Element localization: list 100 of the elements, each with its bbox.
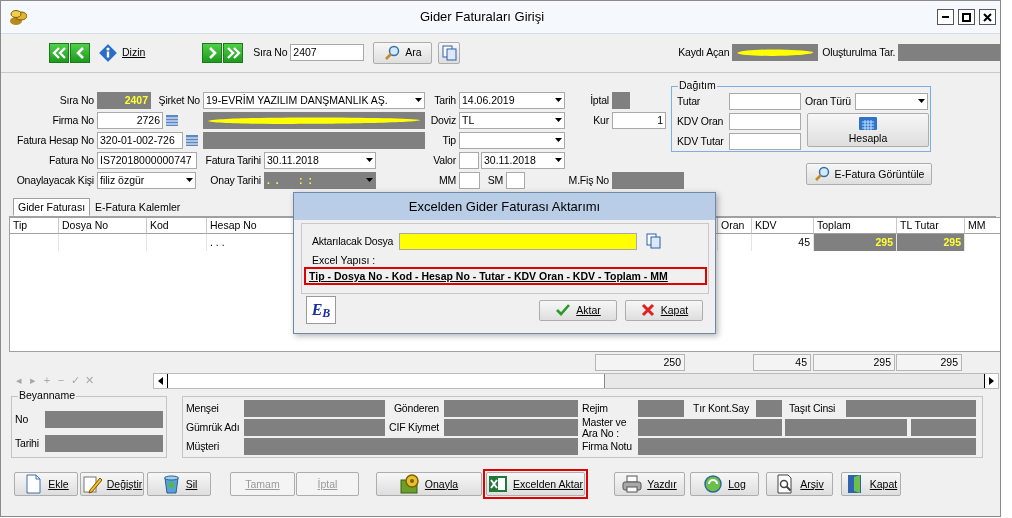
total-cell: 295	[813, 353, 895, 371]
field-label: Fatura Tarihi	[204, 153, 262, 167]
toolbar-button[interactable]: Arşiv	[766, 472, 833, 496]
coins-icon	[9, 8, 27, 26]
search-icon	[384, 44, 401, 61]
dropdown[interactable]: 14.06.2019	[459, 91, 565, 109]
field-label: KDV Oran	[677, 114, 725, 128]
printer-icon	[622, 474, 643, 494]
input-field[interactable]	[846, 400, 976, 417]
input-field[interactable]: 2726	[97, 111, 163, 129]
field-label: No	[15, 412, 30, 426]
column-header: Tip	[10, 218, 59, 234]
field-label: Tarih	[433, 93, 457, 107]
input-field[interactable]	[244, 438, 578, 455]
dropdown[interactable]: 30.11.2018	[264, 151, 376, 169]
input-field[interactable]	[729, 132, 801, 150]
total-cell: 295	[896, 353, 962, 371]
close-button[interactable]	[979, 9, 996, 25]
previous-record-button[interactable]	[70, 42, 90, 63]
dropdown[interactable]: filiz özgür	[97, 171, 196, 189]
input-field[interactable]	[45, 434, 163, 452]
input-field[interactable]	[911, 419, 976, 436]
field-label: Onay Tarihi	[209, 173, 262, 187]
input-field[interactable]	[45, 410, 163, 428]
info-icon	[98, 42, 118, 63]
field-label: Rejim	[582, 402, 609, 415]
caret-icon[interactable]	[555, 98, 562, 102]
field-label: Valor	[432, 153, 457, 167]
field-label: Aktarılacak Dosya	[312, 234, 394, 248]
toolbar-button[interactable]: Kapat	[841, 472, 901, 496]
input-field[interactable]	[459, 171, 480, 189]
field-label: KDV Tutar	[677, 134, 725, 148]
dropdown[interactable]: 19-EVRİM YAZILIM DANŞMANLIK AŞ.	[203, 91, 425, 109]
e-invoice-button[interactable]: E-Fatura Görüntüle	[806, 163, 932, 185]
double-chevron-right-icon	[224, 44, 242, 61]
caret-icon[interactable]	[918, 99, 925, 103]
field-label: Fatura No	[48, 153, 95, 167]
input-field[interactable]	[729, 92, 801, 110]
field-label: Fatura Hesap No	[16, 133, 95, 147]
input-field[interactable]: 320-01-002-726	[97, 131, 183, 149]
dialog-button[interactable]: Kapat	[625, 299, 703, 321]
arrow-left-icon[interactable]	[158, 377, 163, 385]
field-label: MM	[437, 173, 457, 187]
dropdown[interactable]: 30.11.2018	[481, 151, 565, 169]
close-icon	[983, 12, 992, 22]
field-label: Sıra No	[252, 46, 289, 59]
minimize-button[interactable]	[937, 9, 954, 25]
tab[interactable]: Gider Faturası	[13, 198, 91, 216]
horizontal-scrollbar[interactable]	[153, 373, 999, 389]
dialog-button[interactable]: Aktar	[539, 299, 617, 321]
input-field[interactable]	[244, 419, 385, 436]
field-label: Tutar	[677, 94, 702, 108]
input-field[interactable]	[729, 112, 801, 130]
caret-icon[interactable]	[186, 178, 193, 182]
caret-icon[interactable]	[415, 98, 422, 102]
lookup-icon[interactable]	[185, 132, 199, 148]
toolbar-button[interactable]: Sil	[147, 472, 211, 496]
input-field[interactable]	[638, 419, 782, 436]
field-label: Firma Notu	[582, 440, 633, 453]
input-field[interactable]	[638, 438, 976, 455]
close-icon	[639, 302, 656, 318]
input-field[interactable]	[459, 151, 479, 169]
copy-button[interactable]	[438, 41, 461, 64]
lookup-icon[interactable]	[165, 112, 179, 128]
pencil-icon	[81, 474, 102, 494]
input-field[interactable]: 1	[612, 111, 666, 129]
next-record-button[interactable]	[202, 42, 223, 63]
toolbar-button[interactable]: Değiştir	[80, 472, 144, 496]
input-field[interactable]: IS72018000000747	[97, 151, 197, 169]
maximize-button[interactable]	[958, 9, 975, 25]
input-field[interactable]	[638, 400, 684, 417]
input-field[interactable]	[244, 400, 385, 417]
caret-icon[interactable]	[555, 118, 562, 122]
toolbar-button[interactable]: Excelden Aktar	[486, 472, 585, 496]
toolbar-button[interactable]: Log	[690, 472, 759, 496]
toolbar-button[interactable]: Yazdır	[614, 472, 685, 496]
arrow-right-icon[interactable]	[989, 377, 994, 385]
input-field[interactable]: 2407	[290, 44, 365, 61]
first-record-button[interactable]	[49, 42, 69, 63]
logo: E$_{B}$	[306, 296, 336, 324]
toolbar-button[interactable]: Onayla	[376, 472, 482, 496]
input-field[interactable]	[506, 171, 525, 189]
caret-icon[interactable]	[555, 158, 562, 162]
input-field[interactable]	[756, 400, 782, 417]
input-field[interactable]	[444, 400, 578, 417]
last-record-button[interactable]	[223, 42, 244, 63]
input-field[interactable]	[399, 232, 638, 250]
index-button[interactable]: Dizin	[98, 42, 146, 63]
circle-icon	[703, 474, 724, 494]
caret-icon[interactable]	[366, 158, 373, 162]
calculate-button[interactable]: Hesapla	[807, 113, 929, 147]
input-field[interactable]	[785, 419, 907, 436]
dropdown[interactable]: TL	[459, 111, 565, 129]
search-button[interactable]: Ara	[373, 41, 433, 64]
toolbar-button[interactable]: Ekle	[14, 472, 78, 496]
tab[interactable]: E-Fatura Kalemler	[90, 198, 186, 216]
copy-icon	[440, 44, 458, 61]
caret-icon[interactable]	[555, 138, 562, 142]
input-field[interactable]	[444, 419, 578, 436]
gear-box-icon	[399, 474, 420, 494]
